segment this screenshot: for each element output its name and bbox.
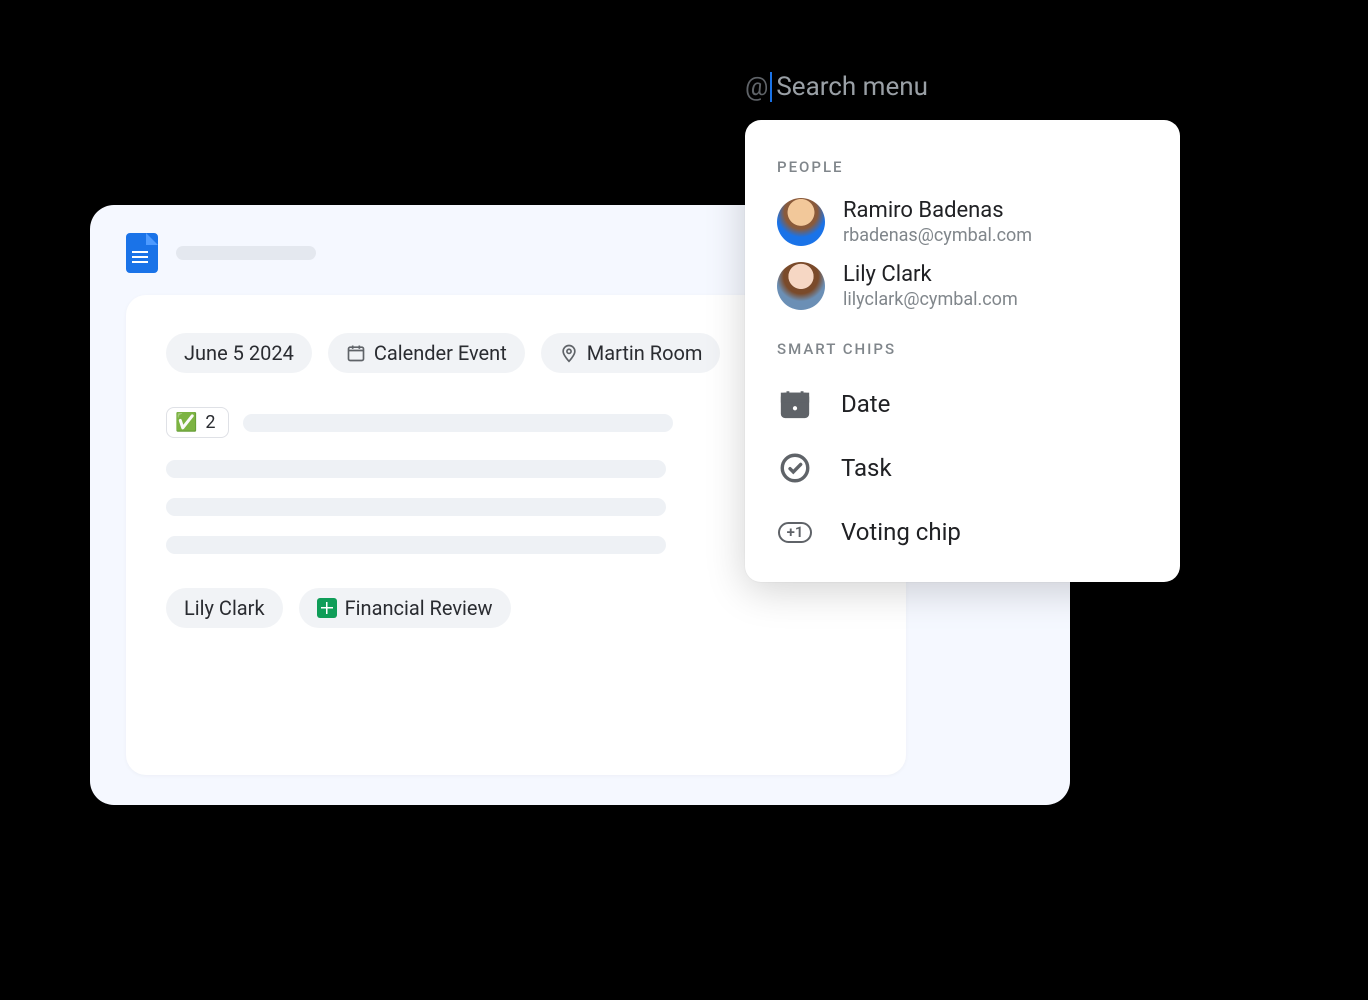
avatar bbox=[777, 198, 825, 246]
person-chip[interactable]: Lily Clark bbox=[166, 588, 283, 628]
search-placeholder: Search menu bbox=[776, 72, 928, 102]
docs-app-icon bbox=[126, 233, 158, 273]
smart-chip-voting-option[interactable]: +1 Voting chip bbox=[745, 500, 1180, 564]
avatar bbox=[777, 262, 825, 310]
smart-chip-task-label: Task bbox=[841, 454, 892, 482]
at-symbol: @ bbox=[745, 72, 768, 102]
calendar-date-icon bbox=[777, 386, 813, 422]
smart-chip-voting-label: Voting chip bbox=[841, 518, 961, 546]
text-placeholder-line bbox=[166, 460, 666, 478]
person-option[interactable]: Lily Clark lilyclark@cymbal.com bbox=[745, 254, 1180, 318]
text-cursor bbox=[770, 72, 772, 102]
person-email: lilyclark@cymbal.com bbox=[843, 289, 1018, 310]
file-chip[interactable]: Financial Review bbox=[299, 588, 511, 628]
calendar-icon bbox=[346, 343, 366, 363]
location-chip[interactable]: Martin Room bbox=[541, 333, 721, 373]
date-chip-label: June 5 2024 bbox=[184, 341, 294, 365]
sheets-icon bbox=[317, 598, 337, 618]
file-chip-label: Financial Review bbox=[345, 596, 493, 620]
vote-count: 2 bbox=[205, 412, 215, 433]
smart-chip-date-label: Date bbox=[841, 390, 890, 418]
text-placeholder-line bbox=[166, 536, 666, 554]
person-name: Lily Clark bbox=[843, 262, 1018, 287]
plus-one-icon: +1 bbox=[777, 514, 813, 550]
text-placeholder-line bbox=[166, 498, 666, 516]
checkmark-icon: ✅ bbox=[175, 412, 197, 433]
text-placeholder-line bbox=[243, 414, 673, 432]
person-option[interactable]: Ramiro Badenas rbadenas@cymbal.com bbox=[745, 190, 1180, 254]
voting-chip[interactable]: ✅ 2 bbox=[166, 407, 229, 438]
mention-popover: PEOPLE Ramiro Badenas rbadenas@cymbal.co… bbox=[745, 120, 1180, 582]
person-info: Ramiro Badenas rbadenas@cymbal.com bbox=[843, 198, 1032, 246]
task-check-icon bbox=[777, 450, 813, 486]
document-title-placeholder bbox=[176, 246, 316, 260]
person-name: Ramiro Badenas bbox=[843, 198, 1032, 223]
date-chip[interactable]: June 5 2024 bbox=[166, 333, 312, 373]
calendar-event-chip-label: Calender Event bbox=[374, 341, 507, 365]
calendar-event-chip[interactable]: Calender Event bbox=[328, 333, 525, 373]
location-chip-label: Martin Room bbox=[587, 341, 703, 365]
smart-chip-date-option[interactable]: Date bbox=[745, 372, 1180, 436]
person-chip-label: Lily Clark bbox=[184, 596, 265, 620]
chip-row-bottom: Lily Clark Financial Review bbox=[166, 588, 866, 628]
person-email: rbadenas@cymbal.com bbox=[843, 225, 1032, 246]
person-info: Lily Clark lilyclark@cymbal.com bbox=[843, 262, 1018, 310]
section-title-people: PEOPLE bbox=[745, 148, 1180, 190]
location-pin-icon bbox=[559, 343, 579, 363]
section-title-smart-chips: SMART CHIPS bbox=[745, 318, 1180, 372]
smart-chip-task-option[interactable]: Task bbox=[745, 436, 1180, 500]
mention-trigger-row[interactable]: @ Search menu bbox=[745, 72, 928, 102]
